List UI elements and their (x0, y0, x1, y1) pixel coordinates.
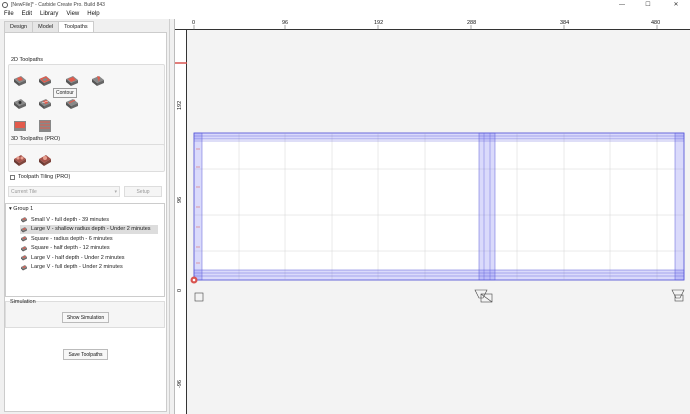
ruler-horizontal: 0 96 192 288 384 480 (175, 19, 690, 30)
canvas-drawing (175, 25, 685, 303)
toolpath-tiling-label: Toolpath Tiling (PRO) (18, 174, 71, 180)
toolpath-direction-icon (474, 289, 488, 299)
ruler-label: 384 (560, 20, 570, 26)
ruler-label: -96 (177, 380, 183, 388)
toolpaths-2d-title: 2D Toolpaths (11, 57, 44, 63)
left-panel: Design Model Toolpaths 2D Toolpaths 3D T… (0, 19, 170, 414)
maximize-button[interactable]: ☐ (638, 0, 658, 9)
contour-toolpath-icon[interactable] (37, 73, 53, 89)
menu-edit[interactable]: Edit (22, 11, 32, 17)
toolpath-item-icon (21, 255, 27, 261)
chamfer-toolpath-icon[interactable] (64, 96, 80, 112)
toolpath-item-label: Large V - full depth - Under 2 minutes (31, 264, 123, 270)
menu-file[interactable]: File (4, 11, 14, 17)
menu-view[interactable]: View (66, 11, 79, 17)
menu-library[interactable]: Library (40, 11, 58, 17)
tile-select: Current Tile ▾ (8, 186, 120, 197)
vcarve-toolpath-icon[interactable] (90, 73, 106, 89)
ruler-label: 288 (467, 20, 477, 26)
origin-marker-icon (190, 276, 198, 284)
toolpath-group[interactable]: ▾ Group 1 (9, 206, 33, 212)
toolpath-item-icon (21, 236, 27, 242)
toolpath-item[interactable]: Large V - full depth - Under 2 minutes (20, 263, 158, 272)
app-icon (2, 1, 8, 8)
advanced-vcarve-icon[interactable] (12, 96, 28, 112)
ruler-label: 0 (192, 20, 196, 26)
toolpath-item-label: Square - radius depth - 6 minutes (31, 235, 113, 242)
toolpath-item-icon (21, 226, 27, 232)
minimize-button[interactable]: — (612, 0, 632, 9)
stock-outline (193, 132, 685, 281)
contour-tooltip: Contour (53, 88, 77, 98)
ruler-label: 192 (374, 20, 384, 26)
texture-toolpath-icon[interactable] (37, 96, 53, 112)
view-cube-icon (671, 289, 685, 299)
show-simulation-button[interactable]: Show Simulation (62, 312, 109, 323)
ruler-label: 480 (651, 20, 661, 26)
tile-select-value: Current Tile (11, 189, 37, 195)
panel-tabs: Design Model Toolpaths (4, 21, 94, 32)
rough-3d-toolpath-icon[interactable] (12, 152, 28, 168)
toolpath-item-label: Large V - half depth - Under 2 minutes (31, 254, 125, 261)
menu-bar: File Edit Library View Help (0, 9, 690, 19)
toolpath-item-icon (21, 217, 27, 223)
toolpath-item[interactable]: Square - half depth - 12 minutes (20, 244, 158, 253)
toolpath-item[interactable]: Large V - half depth - Under 2 minutes (20, 253, 158, 262)
toolpath-item[interactable]: Small V - full depth - 39 minutes (20, 215, 158, 224)
toolpath-item-icon (21, 245, 27, 251)
toolpath-tiling-checkbox[interactable] (10, 175, 15, 180)
tab-design[interactable]: Design (4, 21, 34, 32)
chevron-down-icon: ▾ (114, 189, 117, 195)
toolpath-item[interactable]: Square - radius depth - 6 minutes (20, 234, 158, 243)
save-toolpaths-button[interactable]: Save Toolpaths (63, 349, 108, 360)
drill-toolpath-icon[interactable] (12, 73, 28, 89)
tiling-setup-button: Setup (124, 186, 162, 197)
title-bar: [NewFile]* - Carbide Create Pro. Build 8… (0, 0, 690, 9)
pocket-toolpath-icon[interactable] (64, 73, 80, 89)
thread-mill-toolpath-icon[interactable] (37, 118, 53, 134)
toolpath-item-label: Large V - shallow radius depth - Under 2… (31, 226, 151, 232)
toolpaths-3d-title: 3D Toolpaths (PRO) (11, 136, 61, 142)
close-button[interactable]: ✕ (666, 0, 686, 9)
ruler-label: 0 (177, 288, 183, 292)
toolpath-item-icon (21, 264, 27, 270)
collapse-chevron-icon[interactable]: ▾ (9, 206, 12, 212)
toolpath-item-label: Square - half depth - 12 minutes (31, 245, 110, 251)
toolpath-item-label: Small V - full depth - 39 minutes (31, 216, 109, 223)
toolpath-group-label: Group 1 (13, 206, 34, 212)
toolpaths-3d-box (8, 144, 165, 172)
ruler-vertical: 192 96 0 -96 (175, 30, 187, 414)
flatten-toolpath-icon[interactable] (12, 118, 28, 134)
design-canvas[interactable]: 0 96 192 288 384 480 192 96 0 -96 (174, 19, 690, 414)
toolpath-item[interactable]: Large V - shallow radius depth - Under 2… (20, 224, 158, 234)
window-title: [NewFile]* - Carbide Create Pro. Build 8… (11, 1, 105, 8)
tab-toolpaths[interactable]: Toolpaths (58, 21, 94, 32)
ruler-label: 96 (177, 196, 183, 203)
view-cube-icon (194, 292, 204, 302)
simulation-title: Simulation (10, 299, 36, 305)
menu-help[interactable]: Help (87, 11, 99, 17)
ruler-label: 96 (282, 20, 289, 26)
finish-3d-toolpath-icon[interactable] (37, 152, 53, 168)
tab-model[interactable]: Model (32, 21, 60, 32)
ruler-label: 192 (177, 100, 183, 110)
